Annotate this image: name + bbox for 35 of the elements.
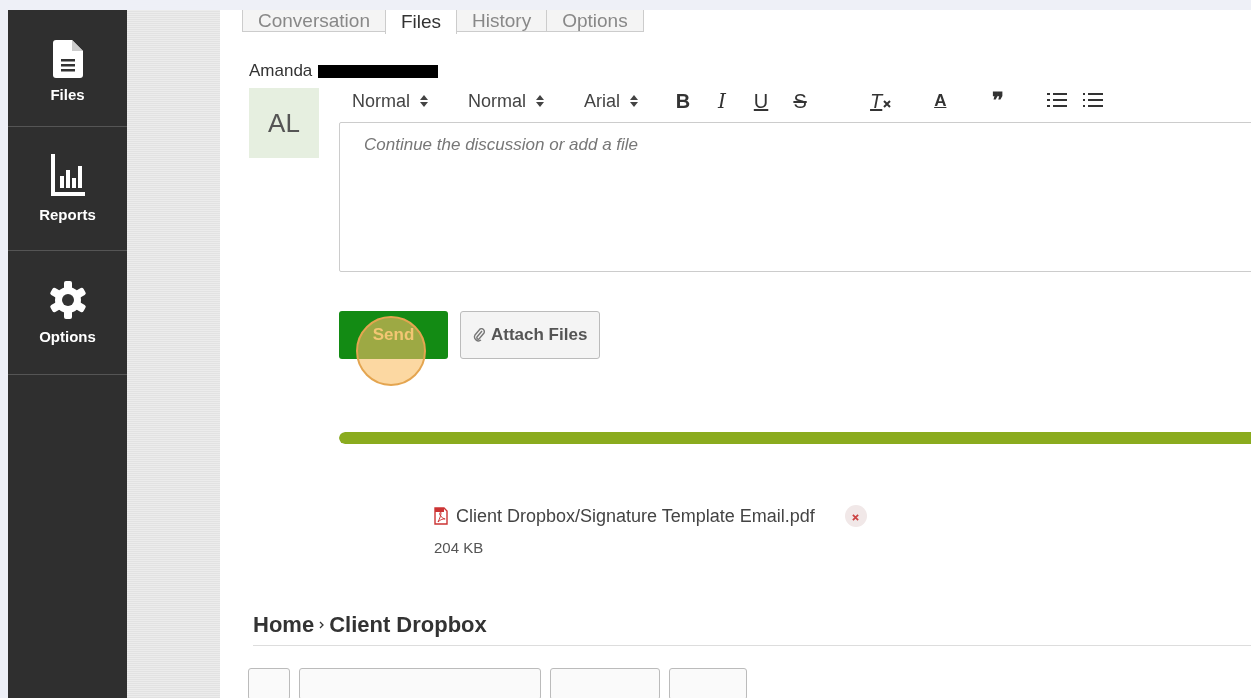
format-dropdown[interactable]: Normal	[352, 90, 428, 112]
settings-icon	[47, 279, 88, 320]
sort-caret-icon	[420, 95, 428, 107]
paperclip-icon	[473, 328, 485, 342]
icon-button[interactable]	[248, 668, 290, 698]
remove-button[interactable]	[844, 505, 867, 527]
message-editor[interactable]: Continue the discussion or add a file	[339, 122, 1251, 272]
avatar: AL	[249, 88, 319, 158]
sort-caret-icon	[630, 95, 639, 107]
quote-button[interactable]: ❞	[989, 88, 1008, 114]
toolbar-button[interactable]	[669, 668, 747, 698]
clear-format-button[interactable]: T	[870, 89, 892, 113]
bar-chart-icon	[50, 153, 85, 198]
chevron-icon	[319, 621, 325, 629]
author-name: Amanda	[249, 61, 313, 81]
sidebar-item[interactable]: Files	[8, 0, 127, 127]
bold-button[interactable]: B	[674, 89, 693, 113]
close-icon	[852, 513, 860, 521]
format-dropdown[interactable]: Normal	[468, 90, 545, 112]
pdf-file-icon	[434, 507, 448, 525]
file-name: Client Dropbox/Signature Template Email.pdf	[456, 505, 815, 527]
breadcrumb-link[interactable]: Home	[253, 612, 315, 638]
attach-files-button[interactable]: Attach Files	[460, 311, 601, 359]
document-icon	[52, 39, 83, 78]
italic-button[interactable]: I	[713, 89, 732, 113]
input-field[interactable]	[299, 668, 541, 698]
text-color-button[interactable]: A	[931, 91, 950, 111]
file-size: 204 KB	[434, 539, 485, 556]
format-dropdown[interactable]: Arial	[584, 90, 639, 112]
sort-caret-icon	[536, 95, 545, 107]
toolbar-button[interactable]	[550, 668, 660, 698]
x-mark-icon	[883, 99, 892, 108]
breadcrumb-link[interactable]: Client Dropbox	[329, 612, 487, 638]
underline-button[interactable]: U	[752, 89, 771, 113]
strikethrough-button[interactable]: S	[791, 89, 810, 113]
